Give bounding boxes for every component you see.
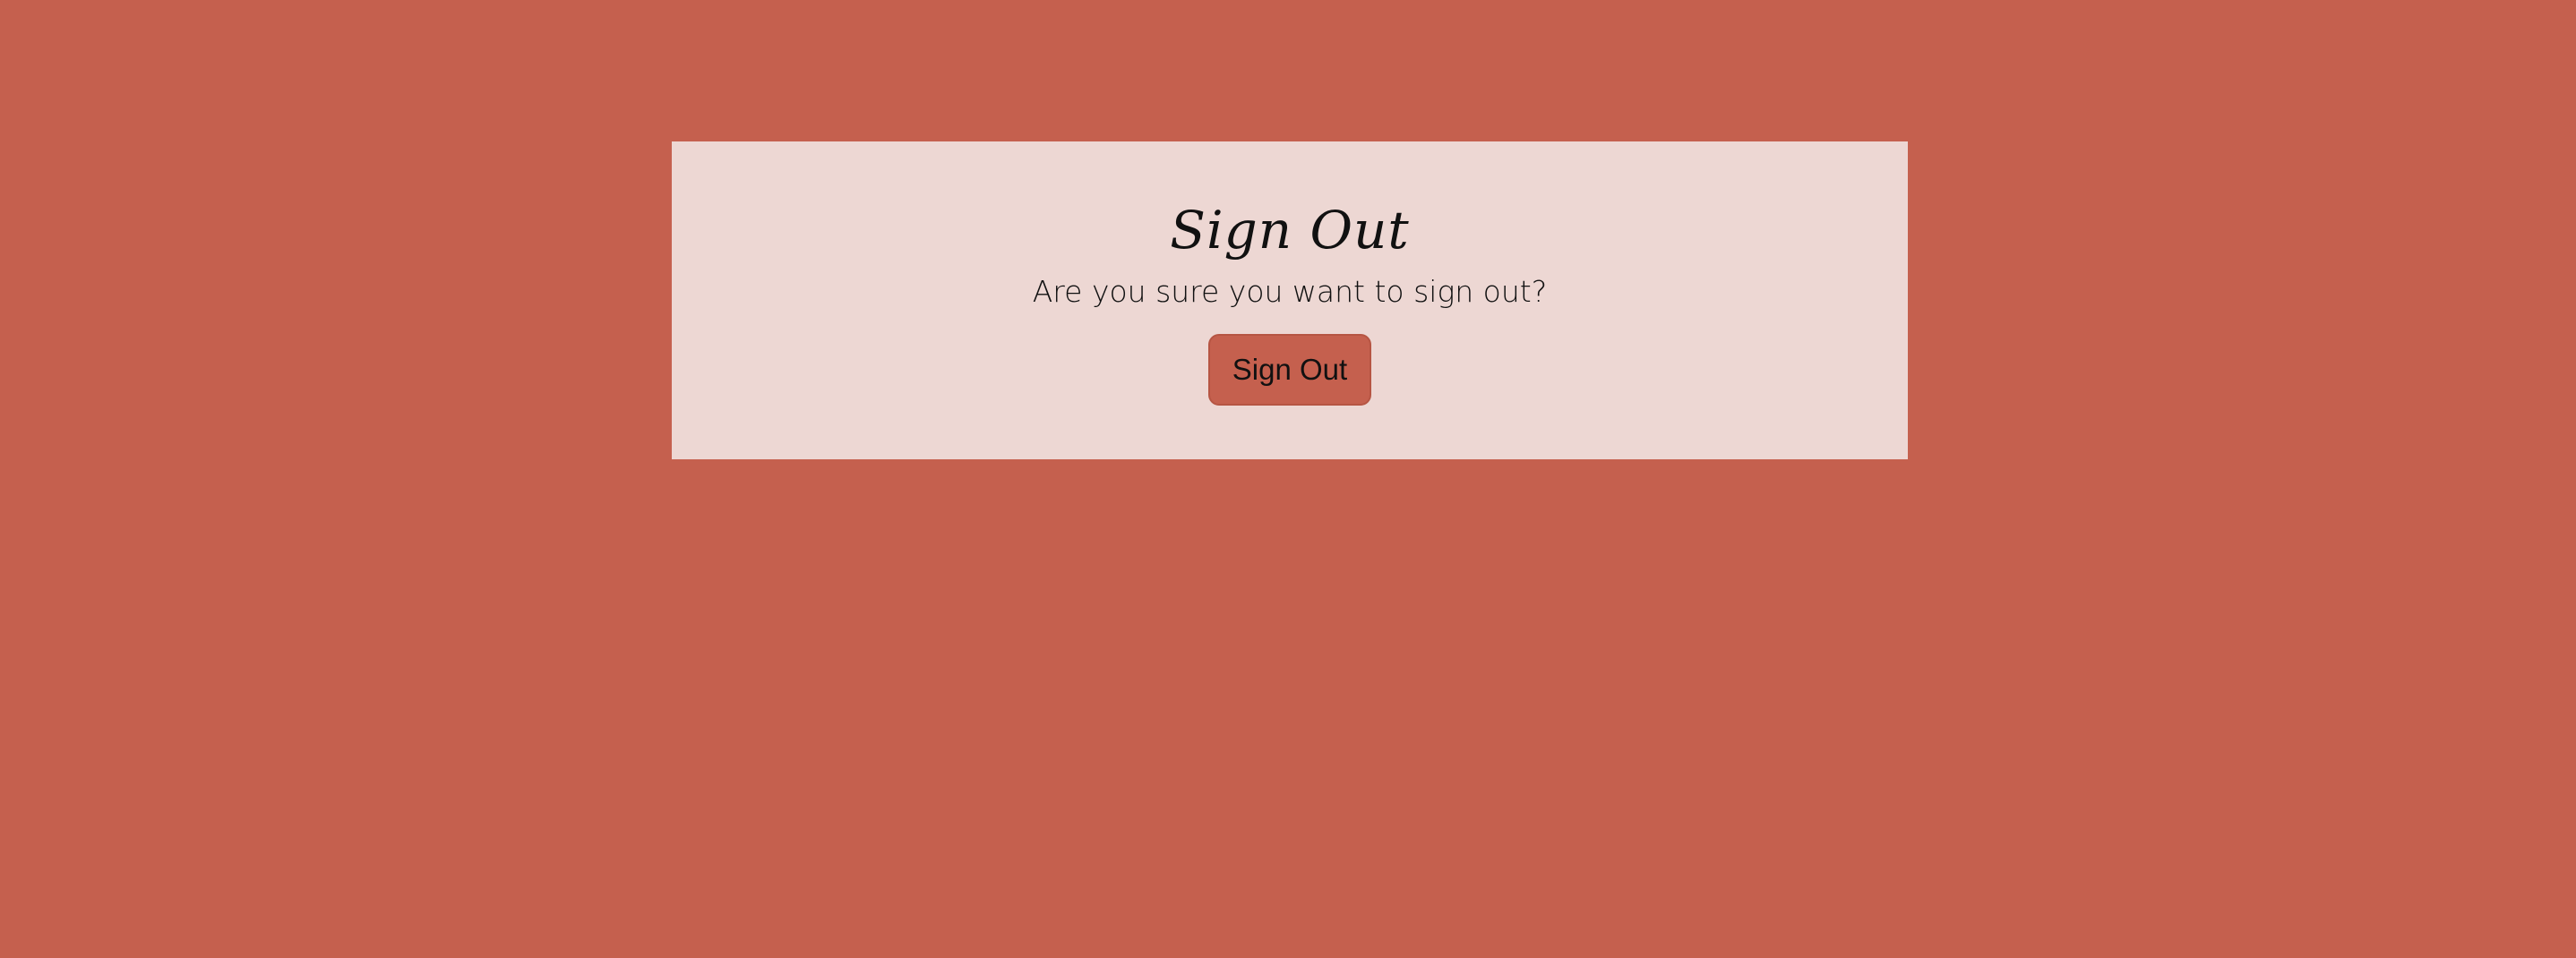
confirmation-message: Are you sure you want to sign out? bbox=[1032, 273, 1548, 309]
sign-out-button[interactable]: Sign Out bbox=[1208, 334, 1371, 406]
sign-out-card: Sign Out Are you sure you want to sign o… bbox=[672, 141, 1908, 459]
page-title: Sign Out bbox=[1170, 200, 1410, 261]
